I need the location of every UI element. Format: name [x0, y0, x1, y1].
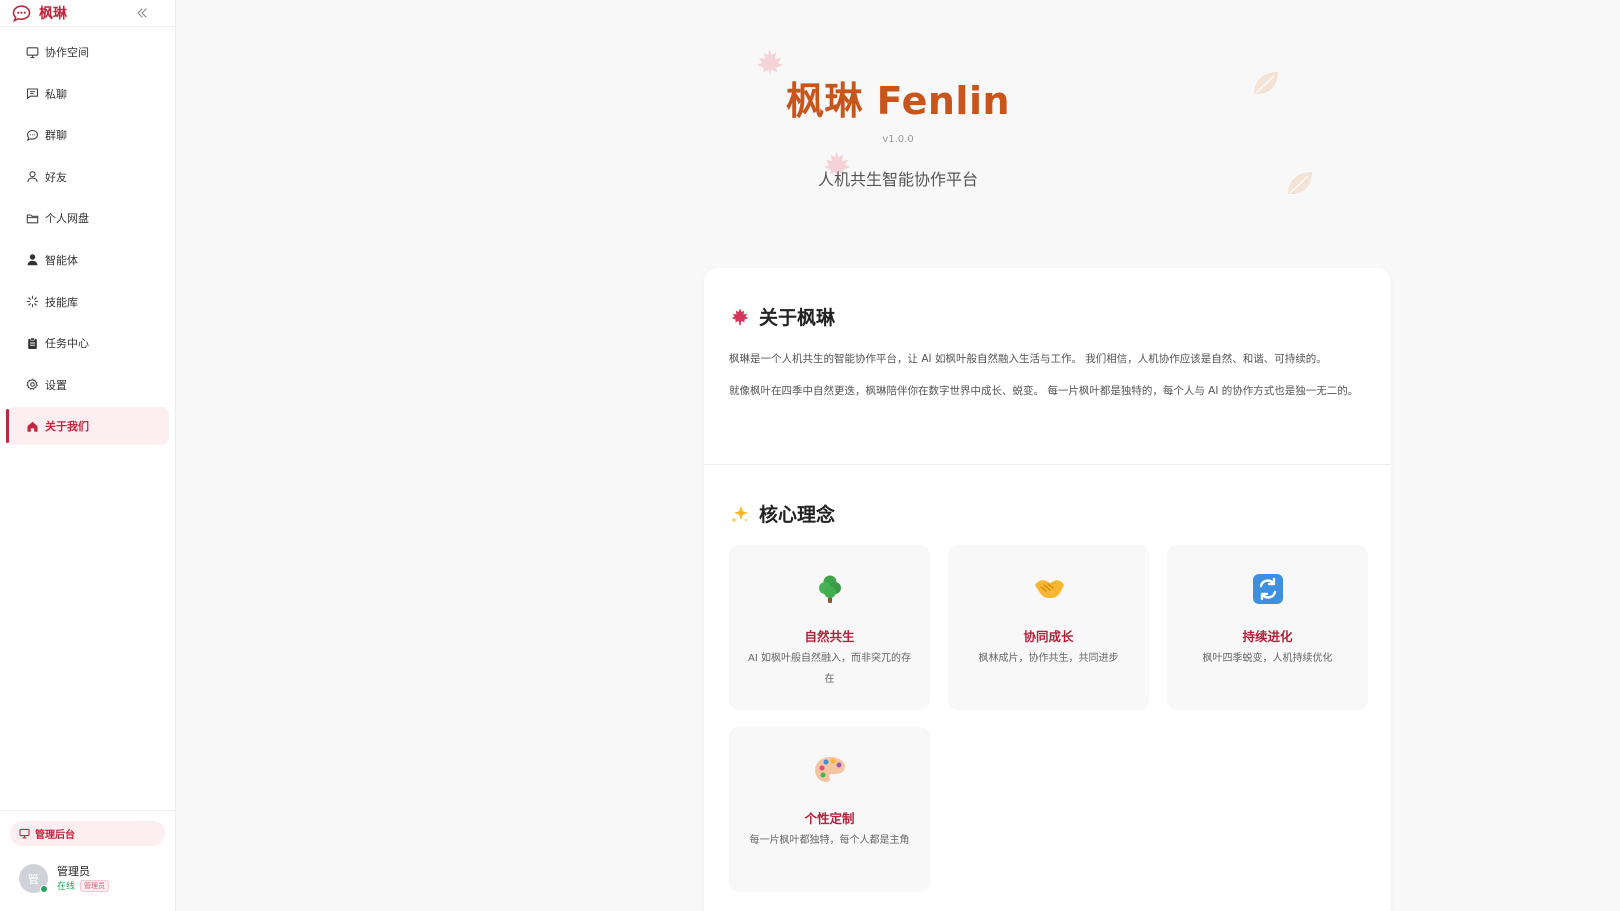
maple-leaf-icon	[729, 306, 751, 328]
monitor-icon	[25, 45, 39, 59]
sidebar-item-label: 私聊	[45, 87, 67, 101]
folder-icon	[25, 211, 39, 225]
chat-logo-icon	[12, 4, 31, 22]
loader-icon	[25, 295, 39, 309]
about-paragraph-2: 就像枫叶在四季中自然更迭，枫琳陪伴你在数字世界中成长、蜕变。 每一片枫叶都是独特…	[729, 385, 1359, 397]
sidebar-item-label: 关于我们	[45, 420, 89, 434]
hero: 枫琳 Fenlin v1.0.0 人机共生智能协作平台	[176, 0, 1620, 220]
online-indicator	[40, 885, 48, 893]
about-paragraph-1: 枫琳是一个人机共生的智能协作平台，让 AI 如枫叶般自然融入生活与工作。 我们相…	[729, 353, 1327, 365]
sidebar-item-drive[interactable]: 个人网盘	[6, 199, 169, 237]
palette-icon	[729, 755, 930, 785]
user-icon	[25, 170, 39, 184]
admin-console-button[interactable]: 管理后台	[10, 821, 165, 846]
sidebar-item-workspace[interactable]: 协作空间	[6, 33, 169, 71]
user-info: 管理员 在线 管理员	[57, 865, 110, 892]
feature-card: 自然共生 AI 如枫叶般自然融入，而非突兀的存在	[729, 545, 930, 710]
admin-console-label: 管理后台	[35, 830, 75, 841]
sidebar-item-label: 任务中心	[45, 337, 89, 351]
chat-bubble-icon	[25, 128, 39, 142]
about-heading: 关于枫琳	[729, 303, 1369, 330]
about-title: 关于枫琳	[759, 307, 836, 329]
sidebar-header: 枫琳	[0, 0, 175, 27]
feature-desc: 枫叶四季蜕变，人机持续优化	[1202, 653, 1333, 664]
collapse-sidebar-button[interactable]	[133, 4, 151, 22]
gear-icon	[25, 378, 39, 392]
main-content: 枫琳 Fenlin v1.0.0 人机共生智能协作平台 关于枫琳 枫琳是一个人机…	[176, 0, 1620, 911]
feature-title: 协同成长	[1023, 629, 1074, 644]
refresh-icon	[1167, 573, 1368, 605]
about-section: 关于枫琳 枫琳是一个人机共生的智能协作平台，让 AI 如枫叶般自然融入生活与工作…	[729, 303, 1369, 401]
core-heading: 核心理念	[729, 500, 1369, 527]
core-section: 核心理念	[729, 500, 1369, 527]
divider	[704, 464, 1391, 465]
sidebar-item-label: 技能库	[45, 295, 78, 309]
about-card: 关于枫琳 枫琳是一个人机共生的智能协作平台，让 AI 如枫叶般自然融入生活与工作…	[704, 268, 1391, 911]
feature-desc: 枫林成片，协作共生，共同进步	[978, 653, 1119, 664]
user-filled-icon	[25, 253, 39, 267]
page-subtitle: 人机共生智能协作平台	[817, 170, 978, 189]
feature-card: 协同成长 枫林成片，协作共生，共同进步	[948, 545, 1149, 710]
sidebar-item-label: 协作空间	[45, 46, 89, 59]
sidebar: 枫琳 协作空间 私聊 群聊 好友 个人网盘 智能体 技能库 任务中心 设置 关于…	[0, 0, 176, 911]
feature-card: 持续进化 枫叶四季蜕变，人机持续优化	[1167, 545, 1368, 710]
feature-title: 个性定制	[804, 811, 855, 826]
message-square-icon	[25, 87, 39, 101]
sidebar-item-skills[interactable]: 技能库	[6, 283, 169, 321]
user-name: 管理员	[57, 865, 90, 878]
sidebar-item-private-chat[interactable]: 私聊	[6, 75, 169, 113]
feature-desc: 每一片枫叶都独特，每个人都是主角	[749, 835, 910, 846]
sidebar-item-label: 个人网盘	[45, 212, 89, 226]
sidebar-item-tasks[interactable]: 任务中心	[6, 324, 169, 362]
sidebar-item-settings[interactable]: 设置	[6, 366, 169, 404]
user-profile[interactable]: 管 管理员 在线 管理员	[19, 864, 110, 893]
handshake-icon	[948, 573, 1149, 603]
sidebar-nav: 协作空间 私聊 群聊 好友 个人网盘 智能体 技能库 任务中心 设置 关于我们	[0, 33, 175, 446]
sidebar-item-label: 智能体	[45, 253, 78, 267]
chevrons-left-icon	[137, 8, 147, 18]
avatar: 管	[19, 864, 48, 893]
monitor-admin-icon	[19, 828, 30, 839]
home-icon	[25, 419, 39, 433]
role-badge: 管理员	[80, 879, 110, 892]
sidebar-item-friends[interactable]: 好友	[6, 158, 169, 196]
tree-icon	[729, 573, 930, 605]
user-meta: 在线 管理员	[57, 879, 110, 892]
feature-title: 持续进化	[1242, 629, 1293, 644]
version-label: v1.0.0	[882, 134, 914, 145]
avatar-text: 管	[28, 872, 39, 886]
sidebar-item-label: 群聊	[45, 129, 67, 143]
sparkles-icon	[729, 503, 751, 525]
sidebar-item-about[interactable]: 关于我们	[6, 407, 169, 446]
feature-card: 个性定制 每一片枫叶都独特，每个人都是主角	[729, 727, 930, 892]
app-name: 枫琳	[39, 6, 67, 22]
feature-desc: AI 如枫叶般自然融入，而非突兀的存在	[748, 653, 911, 685]
page-title: 枫琳 Fenlin	[785, 79, 1011, 123]
sidebar-item-group-chat[interactable]: 群聊	[6, 116, 169, 154]
clipboard-icon	[25, 336, 39, 350]
sidebar-footer: 管理后台 管 管理员 在线 管理员	[0, 810, 175, 911]
user-status: 在线	[57, 882, 76, 892]
sidebar-item-label: 设置	[45, 378, 67, 392]
core-title: 核心理念	[759, 504, 836, 526]
sidebar-item-label: 好友	[45, 170, 67, 184]
sidebar-item-agents[interactable]: 智能体	[6, 241, 169, 279]
feature-title: 自然共生	[804, 629, 855, 644]
